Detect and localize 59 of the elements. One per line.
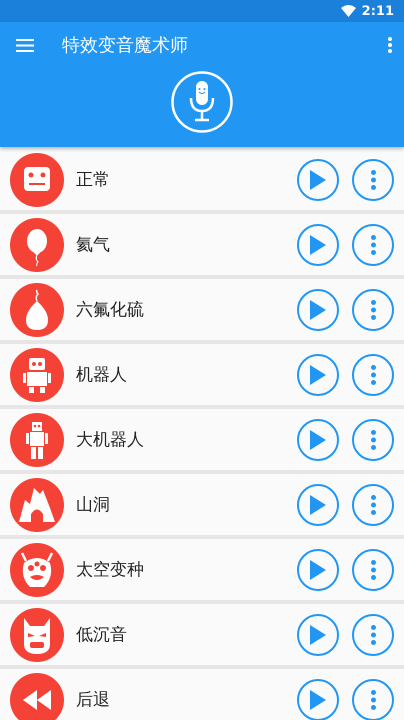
cave-icon [10,478,64,532]
play-button[interactable] [297,224,339,266]
mask-icon [10,608,64,662]
play-button[interactable] [297,484,339,526]
play-button[interactable] [297,548,339,590]
more-button[interactable] [352,484,394,526]
more-icon [370,234,376,254]
effect-name: 大机器人 [76,429,145,451]
effect-name: 低沉音 [76,624,128,646]
play-button[interactable] [297,288,339,330]
alien-icon [10,542,64,596]
more-icon [370,624,376,644]
effect-name: 太空变种 [76,559,145,581]
play-icon [310,430,326,450]
more-button[interactable] [352,158,394,200]
play-icon [310,494,326,514]
robot-icon [10,412,64,466]
more-icon [370,560,376,580]
play-button[interactable] [297,354,339,396]
play-icon [310,624,326,644]
effect-name: 正常 [76,169,111,191]
effect-name: 山洞 [76,494,111,516]
drop-icon [10,282,64,336]
more-button[interactable] [352,418,394,460]
face-icon [10,152,64,206]
play-icon [310,364,326,384]
play-icon [310,234,326,254]
app-title: 特效变音魔术师 [62,34,189,57]
play-button[interactable] [297,678,339,720]
more-button[interactable] [352,224,394,266]
clock-time: 2:11 [362,4,394,18]
more-button[interactable] [352,548,394,590]
more-button[interactable] [352,614,394,656]
more-icon [370,494,376,514]
more-icon [370,170,376,190]
wifi-icon [340,5,356,17]
play-icon [310,170,326,190]
play-button[interactable] [297,614,339,656]
effect-name: 氦气 [76,234,111,256]
more-button[interactable] [352,288,394,330]
microphone-button[interactable] [171,71,233,133]
play-icon [310,300,326,320]
more-icon [370,364,376,384]
menu-icon[interactable] [16,38,34,52]
play-icon [310,560,326,580]
play-button[interactable] [297,418,339,460]
play-icon [310,690,326,710]
more-icon [370,430,376,450]
more-button[interactable] [352,354,394,396]
effect-name: 六氟化硫 [76,299,145,321]
effect-name: 后退 [76,689,111,711]
balloon-icon [10,218,64,272]
effect-name: 机器人 [76,364,128,386]
play-button[interactable] [297,158,339,200]
more-icon[interactable] [388,37,392,53]
robot-icon [10,348,64,402]
more-icon [370,690,376,710]
more-icon [370,300,376,320]
more-button[interactable] [352,678,394,720]
